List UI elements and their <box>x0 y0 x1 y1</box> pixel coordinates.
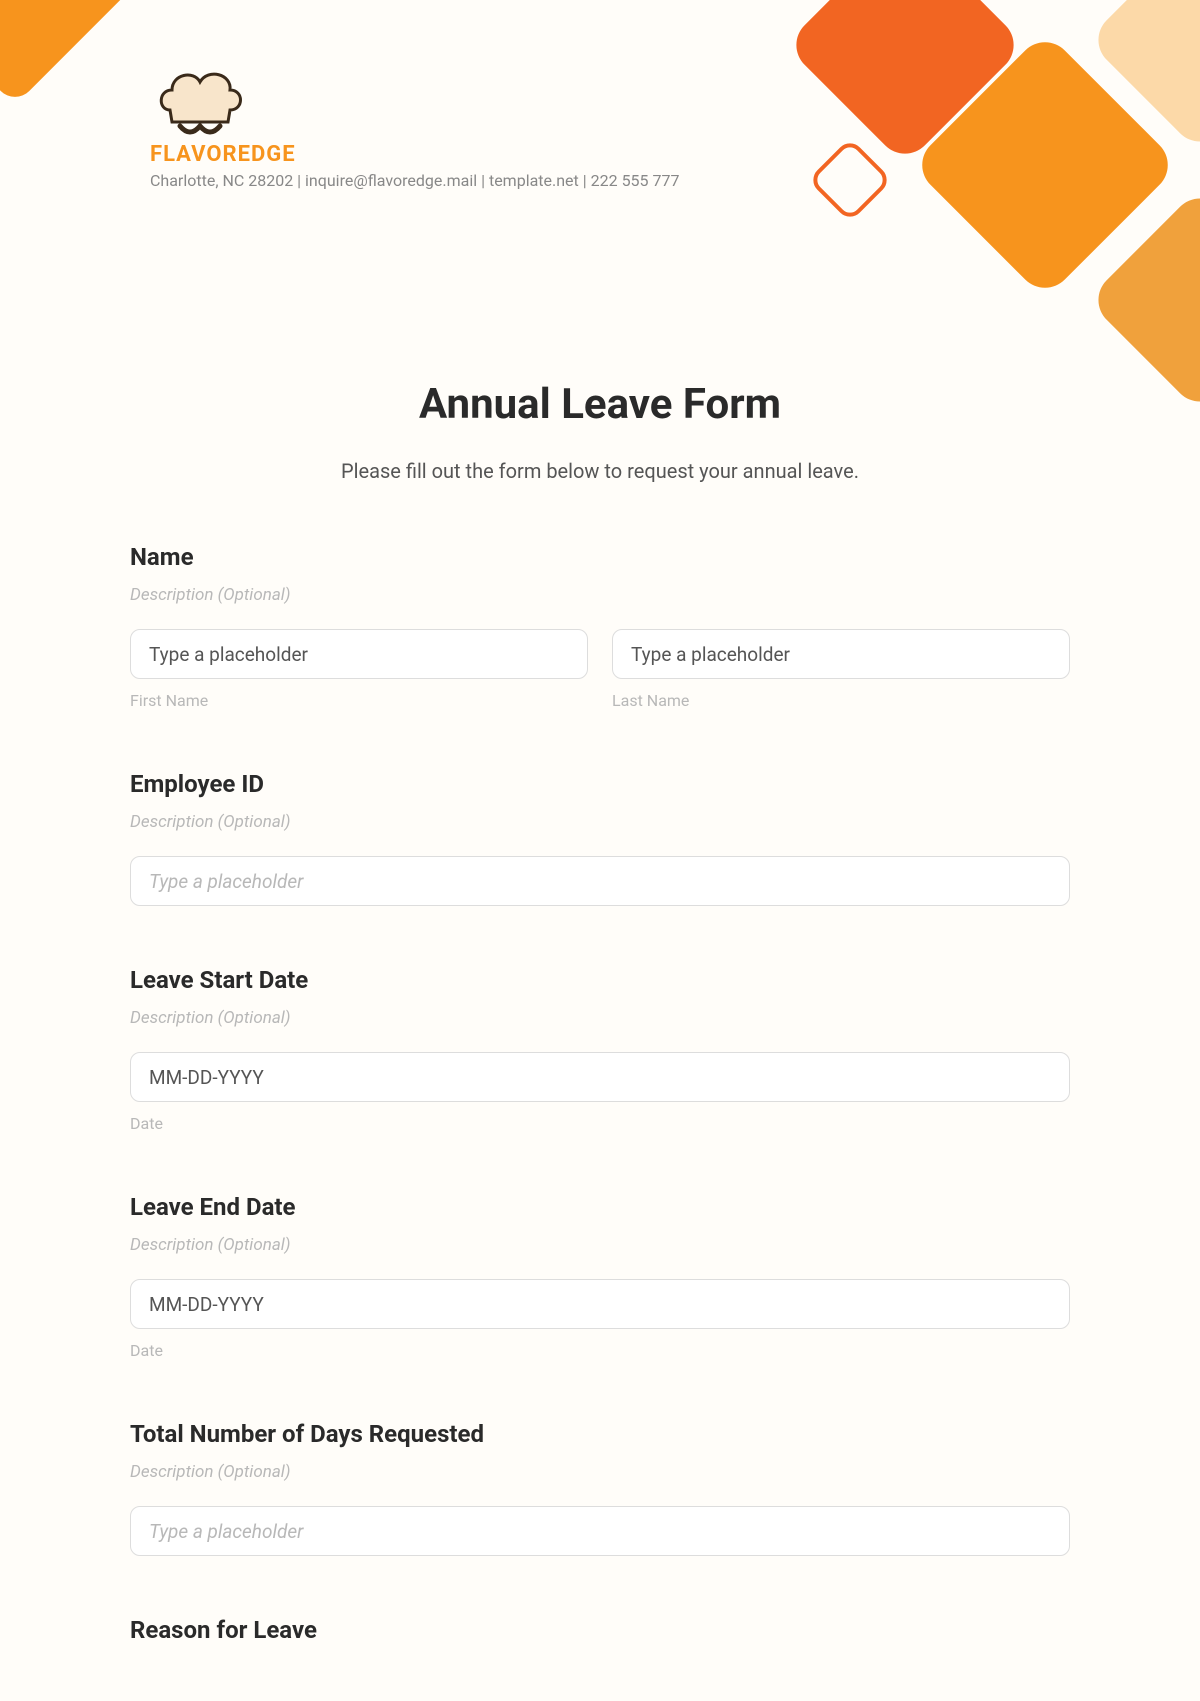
total-days-input[interactable] <box>130 1506 1070 1556</box>
chef-hat-icon <box>150 60 250 140</box>
first-name-input[interactable] <box>130 629 588 679</box>
form: Annual Leave Form Please fill out the fo… <box>130 380 1070 1644</box>
field-label: Reason for Leave <box>130 1616 1070 1644</box>
field-description: Description (Optional) <box>130 1008 1070 1028</box>
field-start-date: Leave Start Date Description (Optional) … <box>130 966 1070 1133</box>
logo: FLAVOREDGE <box>150 60 850 167</box>
field-description: Description (Optional) <box>130 1462 1070 1482</box>
end-date-input[interactable] <box>130 1279 1070 1329</box>
field-reason: Reason for Leave <box>130 1616 1070 1644</box>
last-name-input[interactable] <box>612 629 1070 679</box>
field-label: Employee ID <box>130 770 1070 798</box>
field-description: Description (Optional) <box>130 585 1070 605</box>
field-label: Name <box>130 543 1070 571</box>
field-employee-id: Employee ID Description (Optional) <box>130 770 1070 906</box>
field-description: Description (Optional) <box>130 812 1070 832</box>
field-label: Leave Start Date <box>130 966 1070 994</box>
last-name-sublabel: Last Name <box>612 691 1070 710</box>
start-date-sublabel: Date <box>130 1114 1070 1133</box>
form-title: Annual Leave Form <box>130 380 1070 429</box>
field-label: Total Number of Days Requested <box>130 1420 1070 1448</box>
form-subtitle: Please fill out the form below to reques… <box>130 459 1070 483</box>
brand-name: FLAVOREDGE <box>150 142 296 167</box>
field-name: Name Description (Optional) First Name L… <box>130 543 1070 710</box>
end-date-sublabel: Date <box>130 1341 1070 1360</box>
contact-line: Charlotte, NC 28202 | inquire@flavoredge… <box>150 171 850 190</box>
employee-id-input[interactable] <box>130 856 1070 906</box>
start-date-input[interactable] <box>130 1052 1070 1102</box>
field-description: Description (Optional) <box>130 1235 1070 1255</box>
field-end-date: Leave End Date Description (Optional) Da… <box>130 1193 1070 1360</box>
field-total-days: Total Number of Days Requested Descripti… <box>130 1420 1070 1556</box>
header: FLAVOREDGE Charlotte, NC 28202 | inquire… <box>150 60 850 190</box>
field-label: Leave End Date <box>130 1193 1070 1221</box>
first-name-sublabel: First Name <box>130 691 588 710</box>
decorative-shape <box>0 0 135 105</box>
